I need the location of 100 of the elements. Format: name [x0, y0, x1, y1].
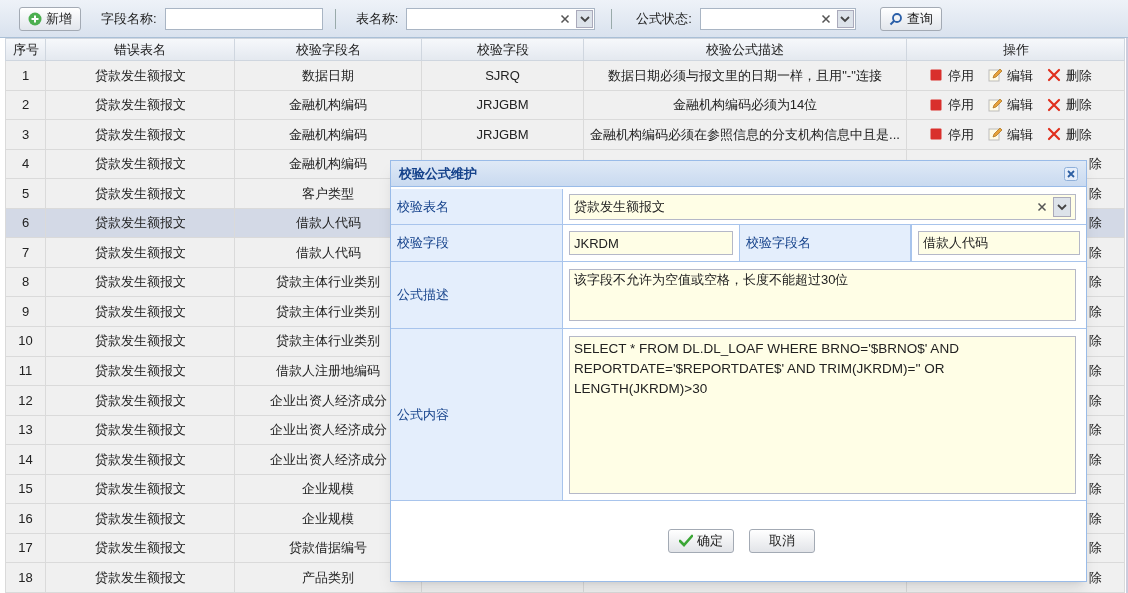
dropdown-button[interactable] — [576, 9, 594, 28]
delete-button[interactable]: 除 — [1089, 567, 1102, 588]
table-cell: 贷款主体行业类别 — [276, 303, 380, 319]
table-cell: 金融机构编码必须在参照信息的分支机构信息中且是... — [590, 126, 900, 142]
stop-icon — [929, 68, 943, 83]
table-cell: 借款人代码 — [295, 215, 361, 231]
table-name-select[interactable]: 贷款发生额报文 — [569, 193, 1076, 220]
table-cell: 贷款发生额报文 — [94, 303, 186, 319]
table-cell: 13 — [18, 422, 33, 438]
delete-button[interactable]: 除 — [1089, 508, 1102, 529]
column-header[interactable]: 序号 — [5, 38, 46, 61]
field-name-input[interactable]: 借款人代码 — [918, 231, 1080, 255]
table-cell: 贷款主体行业类别 — [276, 333, 380, 349]
table-row[interactable]: 3 贷款发生额报文 金融机构编码 JRJGBM 金融机构编码必须在参照信息的分支机构信息中且是... 停用 编辑 删除 — [5, 119, 1125, 150]
delete-button[interactable]: 除 — [1089, 242, 1102, 263]
table-cell: 客户类型 — [302, 185, 354, 201]
table-cell: 金融机构编码 — [289, 126, 367, 142]
table-cell: 企业规模 — [302, 481, 354, 497]
table-cell: 数据日期必须与报文里的日期一样，且用"-"连接 — [608, 67, 882, 83]
stop-icon — [929, 97, 943, 112]
close-icon — [1064, 166, 1078, 181]
field-label: 校验表名 — [397, 197, 449, 216]
table-row[interactable]: 2 贷款发生额报文 金融机构编码 JRJGBM 金融机构编码必须为14位 停用 编辑 删除 — [5, 90, 1125, 120]
delete-button[interactable]: 除 — [1089, 390, 1102, 411]
close-icon — [1047, 68, 1061, 83]
table-cell: 贷款发生额报文 — [94, 392, 186, 408]
delete-button[interactable]: 删除 — [1047, 95, 1092, 115]
description-textarea[interactable]: 该字段不允许为空值或空格，长度不能超过30位 — [569, 269, 1076, 321]
pencil-icon — [988, 127, 1002, 142]
delete-button[interactable]: 除 — [1089, 183, 1102, 204]
field-input[interactable]: JKRDM — [569, 231, 733, 255]
check-icon — [679, 534, 693, 548]
table-cell: 贷款发生额报文 — [94, 569, 186, 585]
table-cell: 6 — [21, 215, 30, 231]
table-cell: 16 — [18, 510, 33, 526]
table-cell: 14 — [18, 451, 33, 467]
edit-button[interactable]: 编辑 — [988, 124, 1033, 145]
confirm-button[interactable]: 确定 — [668, 529, 734, 553]
table-cell: 贷款发生额报文 — [94, 422, 186, 438]
field-label: 校验字段名 — [746, 234, 811, 253]
delete-button[interactable]: 除 — [1089, 449, 1102, 470]
query-button[interactable]: 查询 — [879, 6, 942, 31]
search-icon — [888, 11, 903, 26]
table-cell: 企业规模 — [302, 510, 354, 526]
delete-button[interactable]: 除 — [1089, 538, 1102, 558]
delete-button[interactable]: 除 — [1089, 213, 1102, 233]
table-cell: 2 — [21, 97, 30, 113]
delete-button[interactable]: 除 — [1089, 331, 1102, 351]
cancel-button[interactable]: 取消 — [749, 529, 815, 553]
delete-button[interactable]: 除 — [1089, 301, 1102, 322]
table-cell: 9 — [21, 303, 30, 319]
table-cell: 5 — [21, 185, 30, 201]
field-name-input[interactable] — [164, 7, 323, 30]
column-header[interactable]: 校验字段 — [421, 38, 584, 61]
table-cell: 12 — [18, 392, 33, 408]
stop-icon — [929, 127, 943, 142]
delete-button[interactable]: 除 — [1089, 154, 1102, 174]
table-cell: 金融机构编码 — [289, 156, 367, 172]
table-cell: 贷款发生额报文 — [94, 185, 186, 201]
table-cell: 贷款发生额报文 — [94, 126, 186, 142]
table-cell: 企业出资人经济成分 — [269, 392, 387, 408]
delete-button[interactable]: 除 — [1089, 272, 1102, 292]
disable-button[interactable]: 停用 — [929, 95, 974, 115]
table-cell: 贷款借据编号 — [289, 540, 367, 556]
table-cell: 4 — [21, 156, 30, 172]
column-header[interactable]: 校验公式描述 — [583, 38, 907, 61]
table-cell: 贷款发生额报文 — [94, 97, 186, 113]
delete-button[interactable]: 除 — [1089, 479, 1102, 499]
close-button[interactable] — [1064, 166, 1078, 181]
table-cell: 金融机构编码 — [289, 97, 367, 113]
table-cell: SJRQ — [485, 67, 520, 83]
table-cell: 贷款发生额报文 — [94, 363, 186, 378]
disable-button[interactable]: 停用 — [929, 124, 974, 145]
delete-button[interactable]: 除 — [1089, 361, 1102, 381]
close-icon — [1047, 97, 1061, 112]
dropdown-button[interactable] — [1053, 196, 1071, 217]
formula-textarea[interactable]: SELECT * FROM DL.DL_LOAF WHERE BRNO='$BRNO$' AND REPORTDATE='$REPORTDATE$' AND TRIM(JKRDM)='' OR LENGTH(JKRDM)>30 — [569, 335, 1076, 494]
table-cell: 贷款发生额报文 — [94, 274, 186, 290]
table-cell: 借款人代码 — [295, 244, 361, 260]
field-label: 公式描述 — [397, 286, 449, 305]
table-cell: 贷款发生额报文 — [94, 333, 186, 349]
disable-button[interactable]: 停用 — [929, 65, 974, 86]
table-cell: 3 — [21, 126, 30, 142]
delete-button[interactable]: 删除 — [1047, 65, 1092, 86]
edit-button[interactable]: 编辑 — [988, 65, 1033, 86]
delete-button[interactable]: 删除 — [1047, 124, 1092, 145]
dialog-title: 校验公式维护 — [399, 164, 477, 183]
table-cell: 贷款发生额报文 — [94, 244, 186, 260]
dropdown-button[interactable] — [836, 9, 854, 28]
scrollbar[interactable] — [1126, 38, 1128, 593]
delete-button[interactable]: 除 — [1089, 420, 1102, 440]
add-button[interactable]: 新增 — [19, 6, 81, 31]
column-header[interactable]: 错误表名 — [45, 38, 235, 61]
edit-button[interactable]: 编辑 — [988, 95, 1033, 115]
close-icon — [1047, 127, 1061, 142]
plus-icon — [28, 11, 42, 26]
column-header[interactable]: 校验字段名 — [234, 38, 422, 61]
table-cell: 产品类别 — [302, 569, 354, 585]
column-header[interactable]: 操作 — [906, 38, 1125, 61]
table-row[interactable]: 1 贷款发生额报文 数据日期 SJRQ 数据日期必须与报文里的日期一样，且用"-"连接 停用 编辑 删除 — [5, 60, 1125, 91]
